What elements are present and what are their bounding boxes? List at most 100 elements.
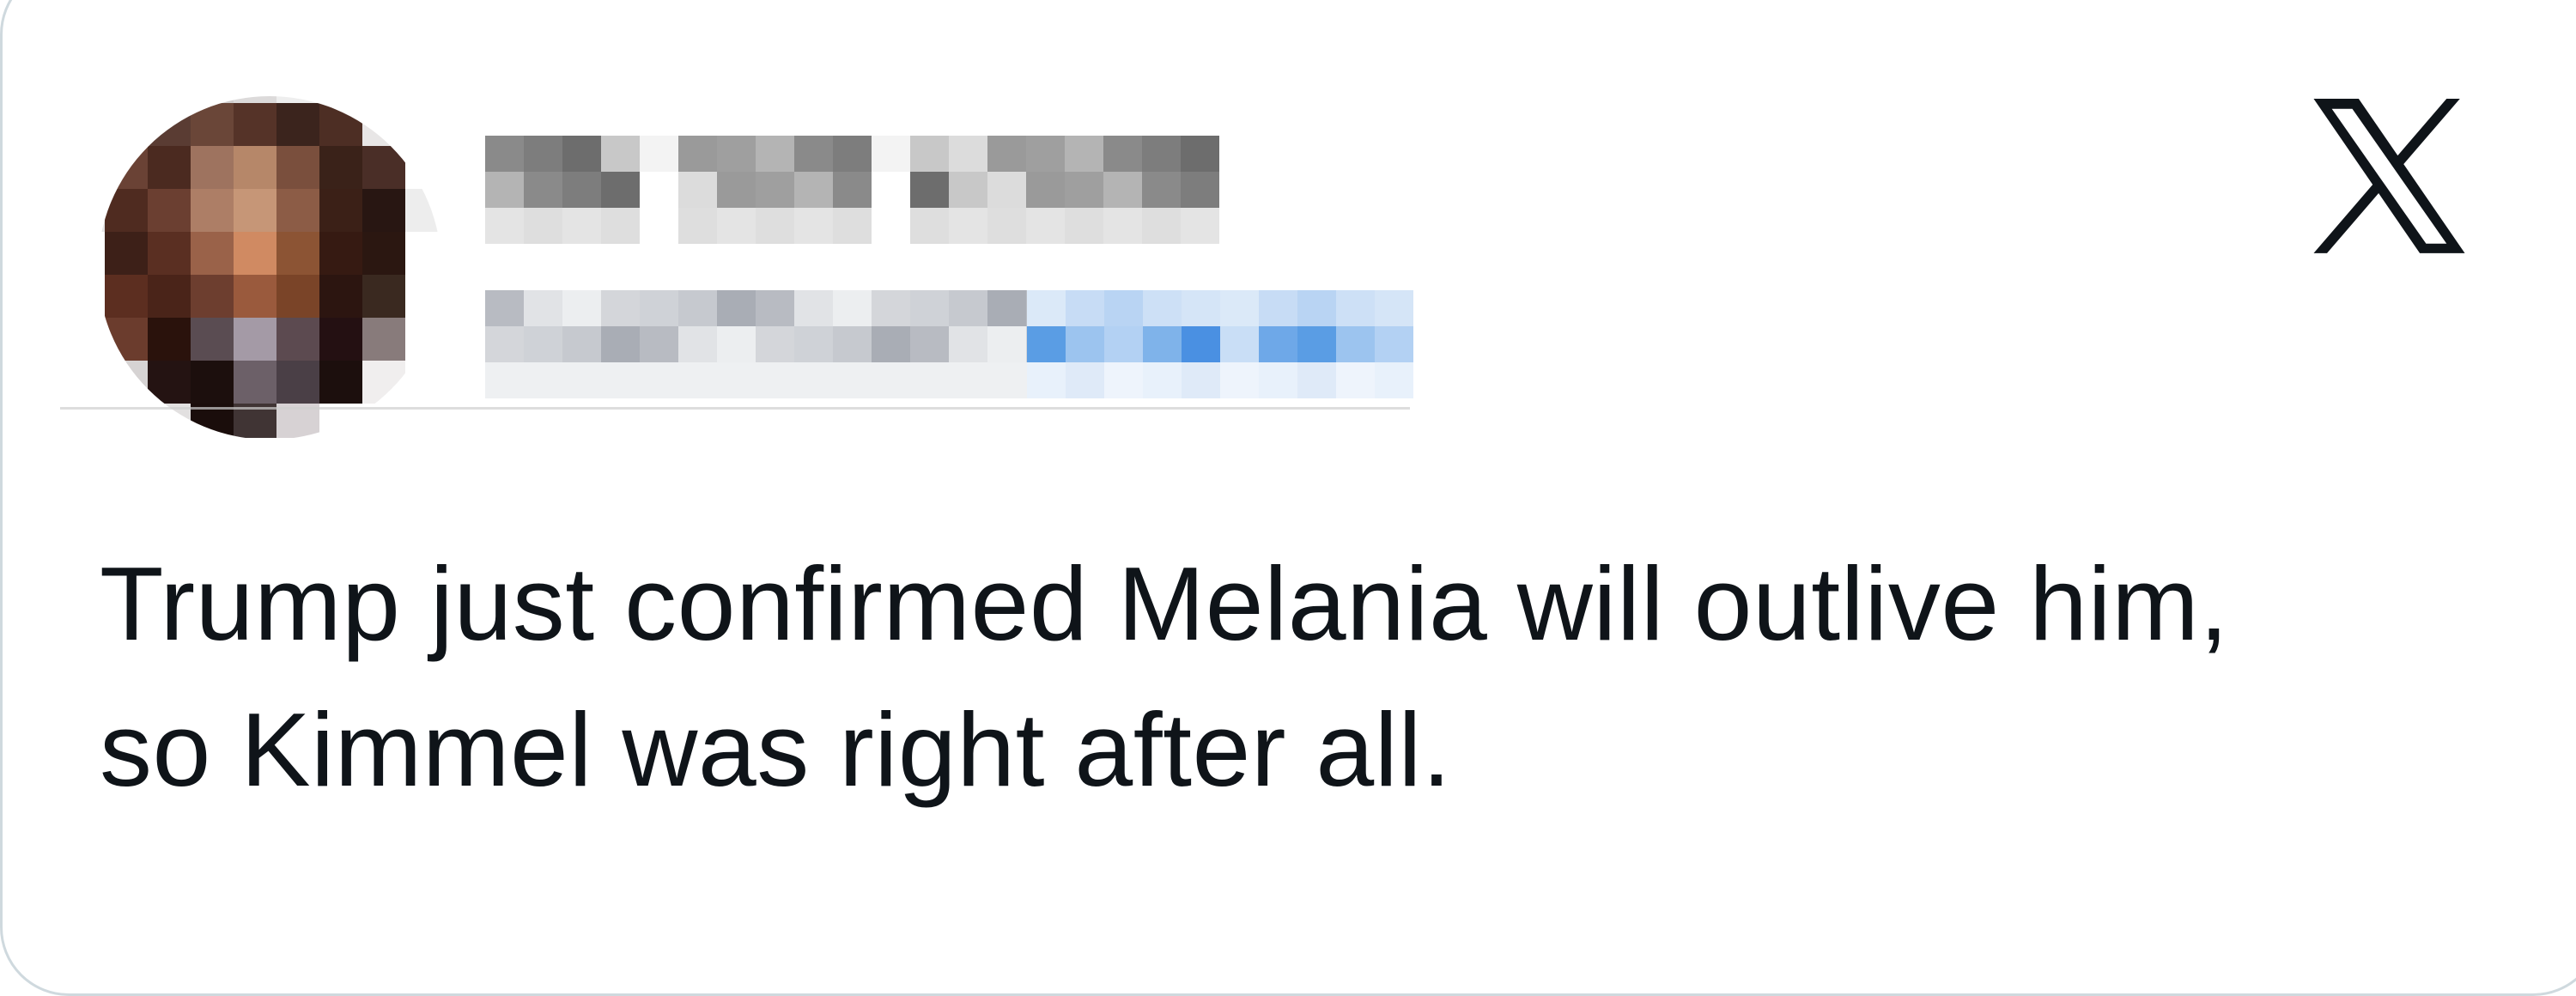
redaction-pixel	[1026, 208, 1065, 244]
redaction-pixel	[1066, 326, 1104, 362]
redaction-pixel	[678, 172, 717, 208]
avatar-pixel	[148, 96, 191, 103]
redaction-pixel	[717, 362, 756, 398]
redaction-pixel	[1143, 362, 1182, 398]
avatar-pixel	[276, 146, 319, 189]
redaction-pixel	[562, 326, 601, 362]
avatar-pixel	[98, 96, 105, 103]
redaction-pixel	[1143, 290, 1182, 326]
redaction-pixel	[794, 136, 833, 172]
author-handle-redacted[interactable]	[485, 290, 1065, 398]
redaction-pixel	[640, 172, 678, 208]
redaction-pixel	[756, 208, 794, 244]
redaction-pixel	[833, 136, 872, 172]
redaction-pixel	[1026, 172, 1065, 208]
redaction-pixel	[949, 326, 987, 362]
redaction-pixel	[1142, 172, 1181, 208]
redaction-pixel	[1065, 208, 1103, 244]
redaction-pixel	[1297, 290, 1336, 326]
avatar-pixel	[362, 96, 405, 103]
redaction-pixel	[833, 208, 872, 244]
redaction-pixel	[949, 208, 987, 244]
avatar-pixel	[148, 232, 191, 275]
redaction-pixel	[1259, 326, 1297, 362]
avatar-pixelated-image	[98, 96, 441, 438]
redaction-pixel	[756, 290, 794, 326]
redaction-pixel	[1336, 326, 1375, 362]
redaction-pixel	[1142, 208, 1181, 244]
redaction-pixel	[1375, 326, 1413, 362]
avatar-pixel	[234, 96, 276, 103]
redaction-pixel	[717, 172, 756, 208]
avatar-pixel	[234, 232, 276, 275]
redaction-pixel	[794, 208, 833, 244]
header-divider	[60, 407, 1410, 410]
x-logo-icon[interactable]	[2310, 99, 2469, 253]
redaction-pixel	[1103, 172, 1142, 208]
redaction-pixel	[987, 290, 1026, 326]
avatar-pixel	[148, 189, 191, 232]
redaction-pixel	[949, 362, 987, 398]
redaction-pixel	[524, 208, 562, 244]
avatar-pixel	[148, 318, 191, 361]
redaction-pixel	[949, 172, 987, 208]
avatar-pixel	[191, 361, 234, 404]
avatar-pixel	[191, 103, 234, 146]
redaction-pixel	[910, 172, 949, 208]
redaction-pixel	[794, 172, 833, 208]
avatar[interactable]	[62, 60, 457, 438]
redaction-pixel	[717, 290, 756, 326]
avatar-pixel	[98, 318, 105, 361]
redaction-pixel	[833, 172, 872, 208]
avatar-pixel	[105, 232, 148, 275]
redaction-pixel	[562, 172, 601, 208]
redaction-pixel	[987, 362, 1026, 398]
redaction-pixel	[756, 362, 794, 398]
redaction-pixel	[678, 326, 717, 362]
avatar-pixel	[405, 318, 441, 361]
redaction-pixel	[601, 326, 640, 362]
redaction-pixel	[872, 362, 910, 398]
follow-link-redacted[interactable]	[1027, 290, 1413, 398]
redaction-pixel	[1104, 326, 1143, 362]
avatar-pixel	[362, 275, 405, 318]
redaction-pixel	[1103, 208, 1142, 244]
redaction-pixel	[987, 172, 1026, 208]
avatar-pixel	[362, 189, 405, 232]
redaction-pixel	[756, 172, 794, 208]
author-display-name-redacted[interactable]	[485, 136, 1219, 244]
redaction-pixel	[1027, 326, 1066, 362]
redaction-pixel	[562, 136, 601, 172]
redaction-pixel	[601, 362, 640, 398]
redaction-pixel	[1336, 290, 1375, 326]
redaction-pixel	[1104, 290, 1143, 326]
redaction-pixel	[640, 290, 678, 326]
redaction-pixel	[562, 362, 601, 398]
avatar-pixel	[319, 318, 362, 361]
redaction-pixel	[756, 136, 794, 172]
redaction-pixel	[872, 136, 910, 172]
redaction-pixel	[1027, 362, 1066, 398]
redaction-pixel	[794, 326, 833, 362]
avatar-pixel	[276, 361, 319, 404]
avatar-pixel	[362, 232, 405, 275]
avatar-pixel	[319, 275, 362, 318]
avatar-pixel	[234, 146, 276, 189]
avatar-pixel	[105, 96, 148, 103]
redaction-pixel	[833, 362, 872, 398]
redaction-pixel	[949, 136, 987, 172]
avatar-pixel	[319, 96, 362, 103]
redaction-pixel	[756, 326, 794, 362]
avatar-pixel	[362, 146, 405, 189]
redaction-pixel	[678, 208, 717, 244]
avatar-pixel	[405, 232, 441, 275]
redaction-pixel	[910, 136, 949, 172]
avatar-pixel	[319, 189, 362, 232]
avatar-pixel	[148, 275, 191, 318]
avatar-pixel	[191, 232, 234, 275]
redaction-pixel	[1181, 136, 1219, 172]
redaction-pixel	[872, 290, 910, 326]
avatar-pixel	[319, 361, 362, 404]
redaction-pixel	[601, 208, 640, 244]
redaction-pixel	[1066, 362, 1104, 398]
